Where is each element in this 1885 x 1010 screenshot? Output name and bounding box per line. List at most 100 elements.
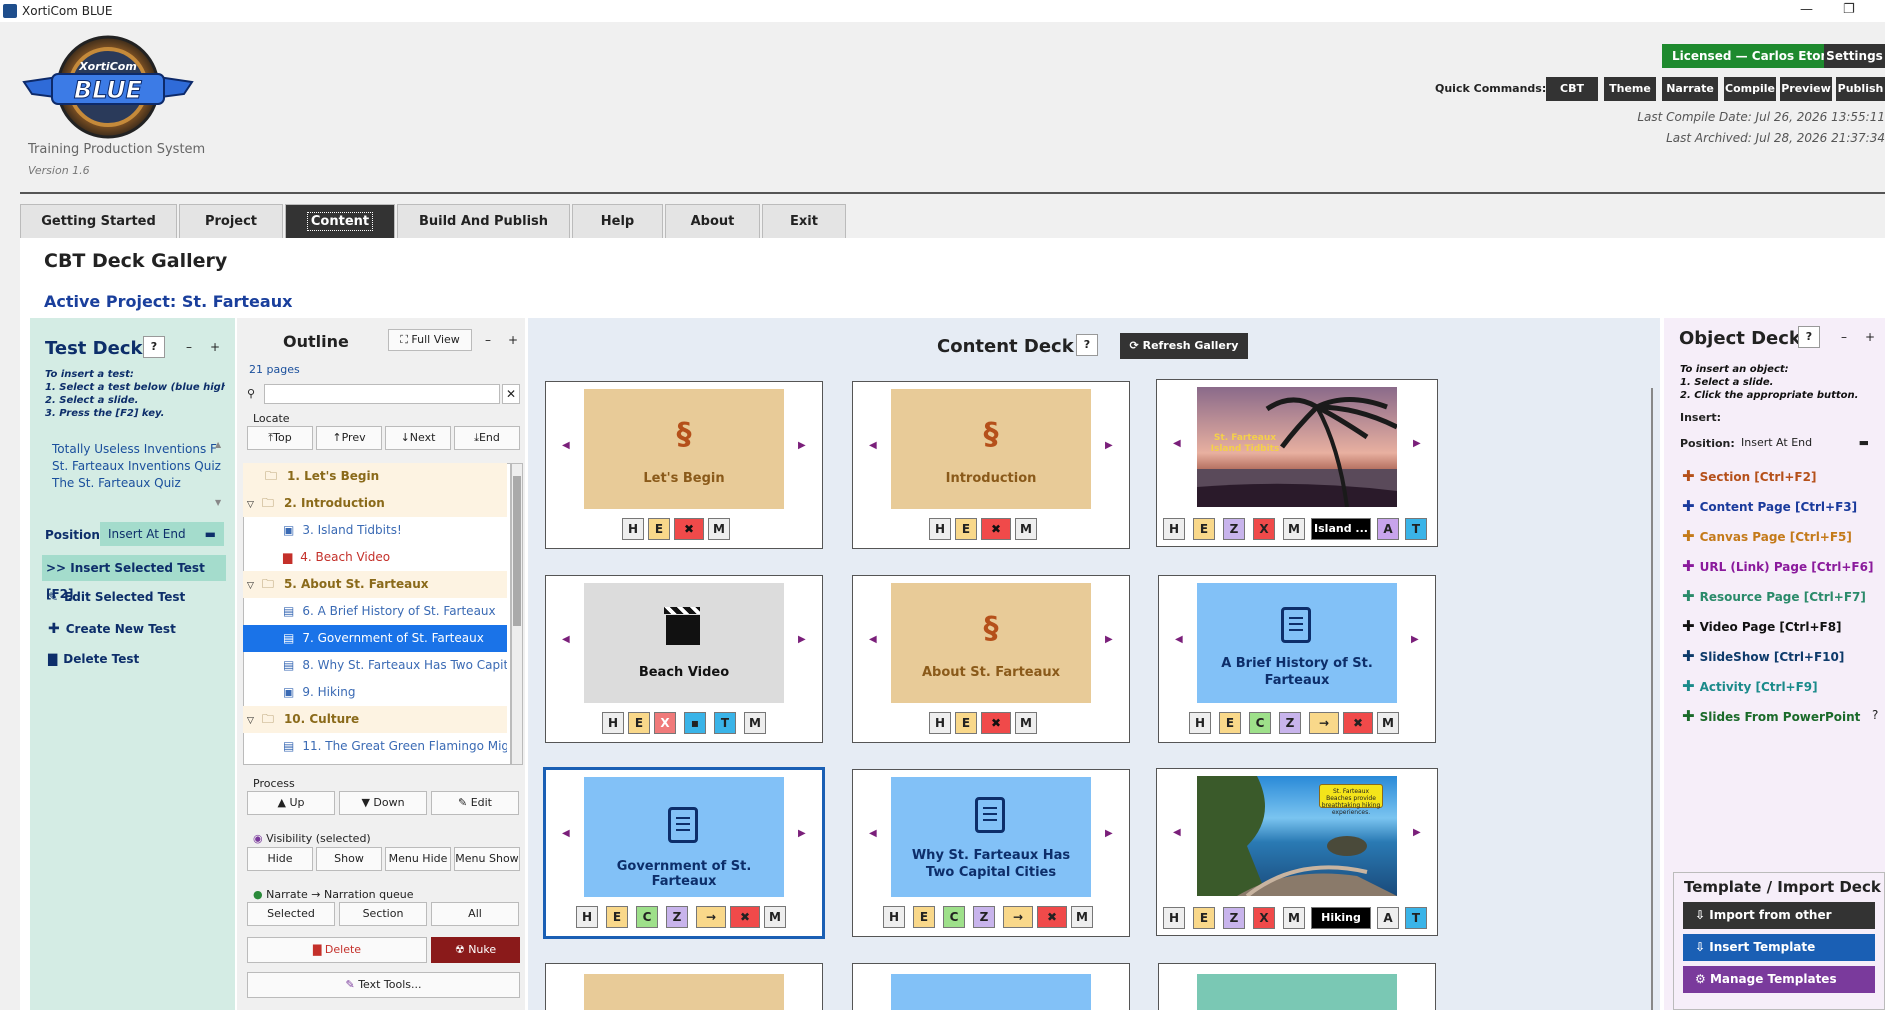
hide-toggle[interactable]: H xyxy=(929,518,951,540)
move-down-button[interactable]: ▼ Down xyxy=(339,791,427,815)
create-new-test-button[interactable]: ✚ Create New Test xyxy=(48,621,176,637)
slide-card-11[interactable] xyxy=(852,963,1130,1010)
powerpoint-help-button[interactable]: ? xyxy=(1872,708,1878,722)
outline-search-input[interactable] xyxy=(264,384,500,404)
move-button[interactable]: M xyxy=(708,518,730,540)
quick-preview-button[interactable]: Preview xyxy=(1780,77,1832,101)
edit-button[interactable]: E xyxy=(606,906,628,928)
locate-end-button[interactable]: ⤓End xyxy=(454,426,520,450)
content-scrollbar[interactable] xyxy=(1651,388,1653,1010)
locate-prev-button[interactable]: ↑Prev xyxy=(316,426,382,450)
outline-item-8[interactable]: ▤ 8. Why St. Farteaux Has Two Capita xyxy=(243,652,507,679)
edit-button[interactable]: E xyxy=(628,712,650,734)
test-list[interactable]: Totally Useless Inventions F St. Farteau… xyxy=(42,434,224,514)
audio-button[interactable]: A xyxy=(1377,907,1399,929)
slide-card-12[interactable] xyxy=(1158,963,1436,1010)
edit-button[interactable]: E xyxy=(955,518,977,540)
minimize-button[interactable]: — xyxy=(1800,2,1813,17)
object-deck-expand-button[interactable]: + xyxy=(1865,330,1875,344)
menu-show-button[interactable]: Menu Show xyxy=(454,847,520,871)
list-item[interactable]: St. Farteaux Inventions Quiz xyxy=(52,459,224,473)
outline-item-7[interactable]: ▤ 7. Government of St. Farteaux xyxy=(243,625,507,652)
insert-template-button[interactable]: ⇩ Insert Template xyxy=(1683,934,1875,961)
copy-button[interactable]: C xyxy=(1249,712,1271,734)
outline-item-9[interactable]: ▣ 9. Hiking xyxy=(243,679,507,706)
delete-button[interactable]: ✖ xyxy=(730,906,760,928)
outline-item-10[interactable]: ▽ 🗀 10. Culture xyxy=(243,706,507,733)
move-button[interactable]: M xyxy=(1283,518,1305,540)
insert-content-page-button[interactable]: ✚ Content Page [Ctrl+F3] xyxy=(1682,497,1857,515)
next-arrow-icon[interactable]: ▶ xyxy=(798,440,806,451)
insert-activity-button[interactable]: ✚ Activity [Ctrl+F9] xyxy=(1682,677,1818,695)
hide-button[interactable]: Hide xyxy=(247,847,313,871)
show-button[interactable]: Show xyxy=(316,847,382,871)
move-button[interactable]: M xyxy=(1015,518,1037,540)
edit-page-button[interactable]: ✎ Edit xyxy=(431,791,519,815)
object-position-select[interactable]: Insert At End ▬ xyxy=(1735,431,1875,455)
quick-compile-button[interactable]: Compile xyxy=(1724,77,1776,101)
quick-theme-button[interactable]: Theme xyxy=(1604,77,1656,101)
tab-help[interactable]: Help xyxy=(572,204,663,238)
prev-arrow-icon[interactable]: ◀ xyxy=(1173,438,1181,449)
outline-item-11[interactable]: ▤ 11. The Great Green Flamingo Mig xyxy=(243,733,507,760)
text-tools-button[interactable]: ✎ Text Tools... xyxy=(247,972,520,998)
tab-project[interactable]: Project xyxy=(179,204,283,238)
outline-expand-button[interactable]: + xyxy=(508,333,518,347)
edit-button[interactable]: E xyxy=(955,712,977,734)
zoom-button[interactable]: Z xyxy=(666,906,688,928)
hide-toggle[interactable]: H xyxy=(883,906,905,928)
outline-collapse-button[interactable]: – xyxy=(485,333,491,347)
next-arrow-icon[interactable]: ▶ xyxy=(1413,438,1421,449)
prev-arrow-icon[interactable]: ◀ xyxy=(1173,827,1181,838)
slide-card-6[interactable]: ◀ ▶ A Brief History of St. Farteaux H E … xyxy=(1158,575,1436,743)
tab-getting-started[interactable]: Getting Started xyxy=(20,204,177,238)
test-position-select[interactable]: Insert At End ▬ xyxy=(100,522,224,546)
delete-icon[interactable]: ✖ xyxy=(674,518,704,540)
slide-card-5[interactable]: ◀ ▶ § About St. Farteaux H E ✖ M xyxy=(852,575,1130,743)
hide-toggle[interactable]: H xyxy=(1163,907,1185,929)
edit-button[interactable]: E xyxy=(913,906,935,928)
delete-page-button[interactable]: ▇ Delete xyxy=(247,937,427,963)
scroll-up-icon[interactable]: ▲ xyxy=(215,440,221,449)
slideshow-label[interactable]: Island ... xyxy=(1311,518,1371,540)
insert-resource-page-button[interactable]: ✚ Resource Page [Ctrl+F7] xyxy=(1682,587,1866,605)
narrate-selected-button[interactable]: Selected xyxy=(247,902,335,926)
outline-item-5[interactable]: ▽ 🗀 5. About St. Farteaux xyxy=(243,571,507,598)
edit-button[interactable]: E xyxy=(1193,518,1215,540)
settings-button[interactable]: Settings xyxy=(1824,44,1885,68)
scroll-down-icon[interactable]: ▼ xyxy=(215,498,221,507)
slideshow-label[interactable]: Hiking xyxy=(1311,907,1371,929)
slide-card-8[interactable]: ◀ ▶ Why St. Farteaux Has Two Capital Cit… xyxy=(852,769,1130,937)
edit-button[interactable]: E xyxy=(1193,907,1215,929)
zoom-button[interactable]: Z xyxy=(1223,518,1245,540)
insert-slideshow-button[interactable]: ✚ SlideShow [Ctrl+F10] xyxy=(1682,647,1844,665)
object-deck-help-button[interactable]: ? xyxy=(1798,326,1820,348)
insert-video-page-button[interactable]: ✚ Video Page [Ctrl+F8] xyxy=(1682,617,1842,635)
narrate-all-button[interactable]: All xyxy=(431,902,519,926)
video-button[interactable]: ▪ xyxy=(684,712,706,734)
next-arrow-icon[interactable]: ▶ xyxy=(798,828,806,839)
tab-build-and-publish[interactable]: Build And Publish xyxy=(397,204,570,238)
delete-test-button[interactable]: ▇ Delete Test xyxy=(48,652,139,666)
quick-publish-button[interactable]: Publish xyxy=(1836,77,1885,101)
delete-button[interactable]: ✖ xyxy=(1343,712,1373,734)
slide-card-4[interactable]: ◀ ▶ Beach Video H E X ▪ T M xyxy=(545,575,823,743)
zoom-button[interactable]: Z xyxy=(1223,907,1245,929)
locate-top-button[interactable]: ⤒Top xyxy=(247,426,313,450)
slide-card-7[interactable]: ◀ ▶ Government of St. Farteaux H E C Z →… xyxy=(543,767,825,939)
prev-arrow-icon[interactable]: ◀ xyxy=(869,634,877,645)
slide-card-9[interactable]: ◀ ▶ St. Farteaux Beaches provide breatht… xyxy=(1156,768,1438,936)
slide-card-3[interactable]: ◀ ▶ St. Farteaux Island Tidbits H E Z X … xyxy=(1156,379,1438,547)
quick-cbt-button[interactable]: CBT xyxy=(1546,77,1598,101)
insert-canvas-page-button[interactable]: ✚ Canvas Page [Ctrl+F5] xyxy=(1682,527,1852,545)
insert-slides-from-powerpoint-button[interactable]: ✚ Slides From PowerPoint xyxy=(1682,707,1860,725)
outline-item-3[interactable]: ▣ 3. Island Tidbits! xyxy=(243,517,507,544)
hide-toggle[interactable]: H xyxy=(1189,712,1211,734)
scrollbar-thumb[interactable] xyxy=(513,476,521,626)
zoom-button[interactable]: Z xyxy=(973,906,995,928)
insert-url-page-button[interactable]: ✚ URL (Link) Page [Ctrl+F6] xyxy=(1682,557,1873,575)
slide-card-10[interactable] xyxy=(545,963,823,1010)
outline-item-2[interactable]: ▽ 🗀 2. Introduction xyxy=(243,490,507,517)
hide-toggle[interactable]: H xyxy=(929,712,951,734)
outline-scrollbar[interactable] xyxy=(511,463,523,765)
